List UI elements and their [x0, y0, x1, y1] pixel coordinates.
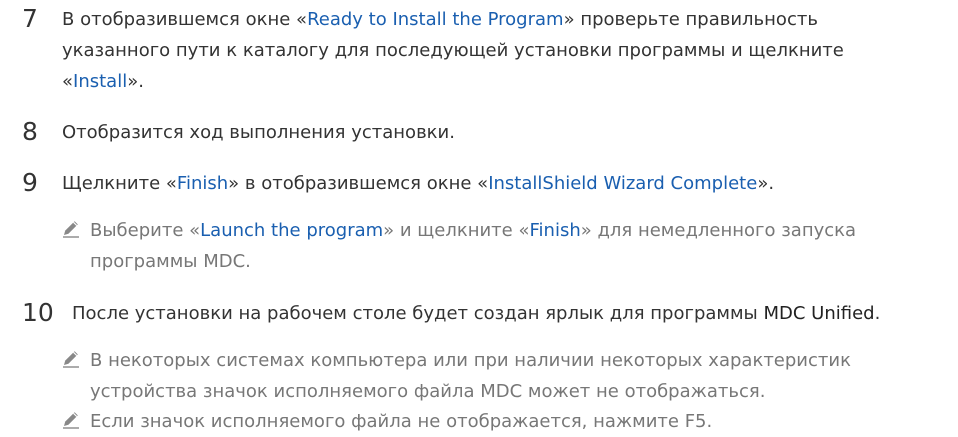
- text-fragment: .: [874, 303, 881, 324]
- ui-term-ready-to-install: Ready to Install the Program: [307, 9, 564, 30]
- step-text: Щелкните «Finish» в отобразившемся окне …: [62, 168, 952, 199]
- step-line: «Install».: [62, 66, 952, 97]
- note-text: Выберите «Launch the program» и щелкните…: [90, 215, 856, 277]
- note-text: В некоторых системах компьютера или при …: [90, 345, 851, 407]
- step-number: 8: [22, 117, 38, 146]
- text-fragment: ».: [127, 71, 144, 92]
- text-fragment: Выберите «: [90, 220, 201, 241]
- note-line: Выберите «Launch the program» и щелкните…: [90, 215, 856, 246]
- pencil-icon: [61, 409, 81, 429]
- text-fragment: Щелкните «: [62, 173, 177, 194]
- ui-term-launch-the-program: Launch the program: [200, 220, 384, 241]
- step-text: В отобразившемся окне «Ready to Install …: [62, 4, 952, 97]
- step-line: Щелкните «Finish» в отобразившемся окне …: [62, 168, 952, 199]
- step-line: Отобразится ход выполнения установки.: [62, 122, 455, 143]
- note-line: устройства значок исполняемого файла MDC…: [90, 381, 766, 402]
- pencil-icon: [61, 348, 81, 368]
- text-fragment: После установки на рабочем столе будет с…: [72, 303, 764, 324]
- step-line: После установки на рабочем столе будет с…: [72, 298, 958, 329]
- text-fragment: » в отобразившемся окне «: [228, 173, 489, 194]
- note-text: Если значок исполняемого файла не отобра…: [90, 406, 712, 437]
- step-text: После установки на рабочем столе будет с…: [72, 298, 958, 329]
- product-name: MDC Unified: [763, 303, 875, 324]
- note-line: В некоторых системах компьютера или при …: [90, 350, 851, 371]
- step-number: 10: [22, 298, 54, 327]
- step-text: Отобразится ход выполнения установки.: [62, 117, 952, 148]
- text-fragment: » для немедленного запуска: [580, 220, 857, 241]
- text-fragment: » проверьте правильность: [563, 9, 818, 30]
- step-line: указанного пути к каталогу для последующ…: [62, 40, 844, 61]
- step-number: 9: [22, 168, 38, 197]
- ui-term-install: Install: [73, 71, 128, 92]
- pencil-icon: [61, 218, 81, 238]
- text-fragment: » и щелкните «: [383, 220, 530, 241]
- ui-term-finish: Finish: [529, 220, 581, 241]
- text-fragment: «: [62, 71, 74, 92]
- note-line: программы MDC.: [90, 251, 251, 272]
- step-number: 7: [22, 4, 38, 33]
- step-line: В отобразившемся окне «Ready to Install …: [62, 4, 952, 35]
- text-fragment: ».: [757, 173, 775, 194]
- note-line: Если значок исполняемого файла не отобра…: [90, 411, 713, 432]
- ui-term-installshield-wizard-complete: InstallShield Wizard Complete: [488, 173, 758, 194]
- text-fragment: В отобразившемся окне «: [62, 9, 308, 30]
- ui-term-finish: Finish: [176, 173, 229, 194]
